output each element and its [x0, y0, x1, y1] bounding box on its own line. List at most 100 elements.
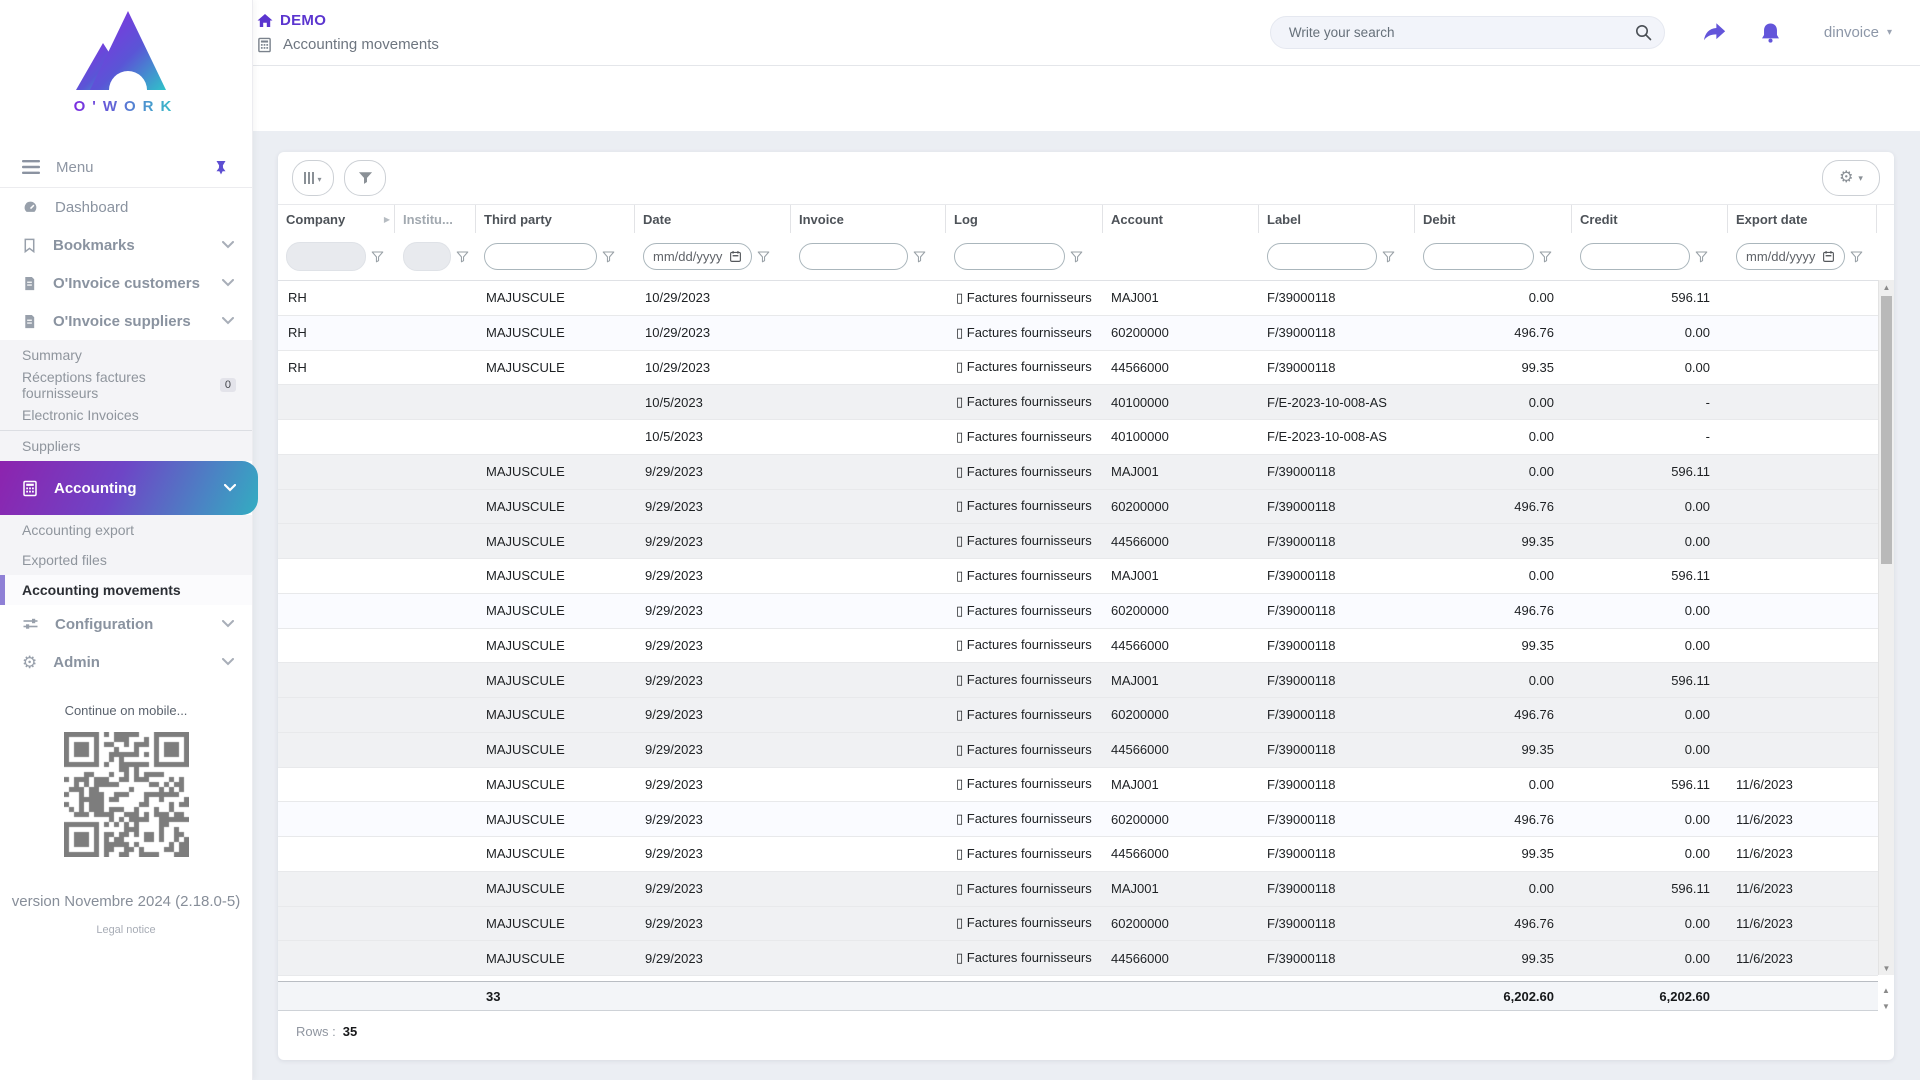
cell-label: F/39000118 [1259, 464, 1415, 479]
filter-funnel-icon[interactable] [1539, 250, 1552, 263]
submenu-item-accounting-movements[interactable]: Accounting movements [0, 575, 252, 605]
submenu-item-suppliers[interactable]: Suppliers [0, 430, 252, 461]
column-header-credit[interactable]: Credit [1572, 205, 1728, 233]
search-box [1270, 16, 1665, 49]
table-row[interactable]: MAJUSCULE9/29/2023▯ Factures fournisseur… [278, 941, 1878, 976]
table-row[interactable]: MAJUSCULE9/29/2023▯ Factures fournisseur… [278, 559, 1878, 594]
table-row[interactable]: RHMAJUSCULE10/29/2023▯ Factures fourniss… [278, 351, 1878, 386]
share-icon[interactable] [1701, 22, 1727, 44]
chevron-down-icon[interactable] [222, 279, 234, 287]
sidebar-item-admin[interactable]: ⚙ Admin [0, 643, 252, 681]
submenu-item-exported-files[interactable]: Exported files [0, 545, 252, 575]
column-header-date[interactable]: Date [635, 205, 791, 233]
sidebar-item-oinvoice-suppliers[interactable]: O'Invoice suppliers [0, 302, 252, 340]
breadcrumb-home-row[interactable]: DEMO [257, 9, 439, 33]
pin-icon[interactable] [214, 160, 228, 175]
column-header-institution[interactable]: Institu... [395, 205, 476, 233]
filter-input-credit[interactable] [1580, 243, 1690, 270]
column-header-account[interactable]: Account [1103, 205, 1259, 233]
filter-input-debit[interactable] [1423, 243, 1534, 270]
filter-date-date[interactable]: mm/dd/yyyy [643, 243, 752, 270]
summary-scroll-down-arrow[interactable]: ▼ [1880, 1000, 1892, 1012]
table-row[interactable]: MAJUSCULE9/29/2023▯ Factures fournisseur… [278, 594, 1878, 629]
submenu-item-receptions[interactable]: Réceptions factures fournisseurs 0 [0, 370, 252, 400]
filter-input-third_party[interactable] [484, 243, 597, 270]
column-header-log[interactable]: Log [946, 205, 1103, 233]
user-menu[interactable]: dinvoice ▾ [1824, 24, 1892, 41]
filter-button[interactable] [344, 160, 386, 196]
filter-funnel-icon[interactable] [602, 250, 615, 263]
filter-funnel-icon[interactable] [456, 250, 469, 263]
table-settings-button[interactable]: ⚙▾ [1822, 160, 1880, 196]
chevron-down-icon[interactable] [222, 620, 234, 628]
gear-icon: ⚙ [22, 654, 37, 671]
table-row[interactable]: RHMAJUSCULE10/29/2023▯ Factures fourniss… [278, 281, 1878, 316]
filter-cell-third_party [476, 243, 635, 270]
column-header-third_party[interactable]: Third party [476, 205, 635, 233]
calendar-icon[interactable] [729, 250, 742, 263]
filter-funnel-icon[interactable] [371, 250, 384, 263]
cell-debit: 0.00 [1415, 673, 1572, 688]
submenu-item-accounting-export[interactable]: Accounting export [0, 515, 252, 545]
table-row[interactable]: MAJUSCULE9/29/2023▯ Factures fournisseur… [278, 837, 1878, 872]
filter-funnel-icon[interactable] [913, 250, 926, 263]
column-header-company[interactable]: Company▶ [278, 205, 395, 233]
table-row[interactable]: MAJUSCULE9/29/2023▯ Factures fournisseur… [278, 663, 1878, 698]
chevron-down-icon[interactable] [222, 241, 234, 249]
table-row[interactable]: MAJUSCULE9/29/2023▯ Factures fournisseur… [278, 490, 1878, 525]
home-icon [257, 13, 273, 28]
filter-funnel-icon[interactable] [1382, 250, 1395, 263]
sidebar-item-accounting[interactable]: Accounting [0, 461, 258, 515]
table-row[interactable]: MAJUSCULE9/29/2023▯ Factures fournisseur… [278, 524, 1878, 559]
summary-scroll-up-arrow[interactable]: ▲ [1880, 984, 1892, 996]
column-header-debit[interactable]: Debit [1415, 205, 1572, 233]
breadcrumb-home[interactable]: DEMO [280, 12, 326, 29]
columns-button[interactable]: ▾ [292, 160, 334, 196]
vertical-scrollbar[interactable]: ▲ ▼ [1878, 280, 1894, 975]
column-header-export_date[interactable]: Export date [1728, 205, 1877, 233]
table-row[interactable]: MAJUSCULE9/29/2023▯ Factures fournisseur… [278, 698, 1878, 733]
filter-input-label[interactable] [1267, 243, 1377, 270]
chevron-down-icon[interactable] [222, 658, 234, 666]
table-row[interactable]: MAJUSCULE9/29/2023▯ Factures fournisseur… [278, 455, 1878, 490]
table-row[interactable]: 10/5/2023▯ Factures fournisseurs40100000… [278, 420, 1878, 455]
filter-funnel-icon[interactable] [757, 250, 770, 263]
calendar-icon[interactable] [1822, 250, 1835, 263]
hamburger-icon[interactable] [22, 160, 40, 174]
table-row[interactable]: MAJUSCULE9/29/2023▯ Factures fournisseur… [278, 733, 1878, 768]
table-row[interactable]: 10/5/2023▯ Factures fournisseurs40100000… [278, 385, 1878, 420]
table-row[interactable]: MAJUSCULE9/29/2023▯ Factures fournisseur… [278, 768, 1878, 803]
filter-date-export_date[interactable]: mm/dd/yyyy [1736, 243, 1845, 270]
table-row[interactable]: MAJUSCULE9/29/2023▯ Factures fournisseur… [278, 802, 1878, 837]
cell-account: MAJ001 [1103, 464, 1259, 479]
search-icon[interactable] [1635, 24, 1652, 46]
column-header-invoice[interactable]: Invoice [791, 205, 946, 233]
table-row[interactable]: MAJUSCULE9/29/2023▯ Factures fournisseur… [278, 629, 1878, 664]
submenu-item-summary[interactable]: Summary [0, 340, 252, 370]
sort-caret-icon[interactable]: ▶ [384, 215, 390, 224]
legal-notice-link[interactable]: Legal notice [96, 924, 155, 936]
filter-funnel-icon[interactable] [1070, 250, 1083, 263]
bell-icon[interactable] [1759, 21, 1782, 45]
submenu-label: Electronic Invoices [22, 407, 139, 423]
filter-funnel-icon[interactable] [1695, 250, 1708, 263]
sidebar-item-oinvoice-customers[interactable]: O'Invoice customers [0, 264, 252, 302]
sidebar-item-configuration[interactable]: Configuration [0, 605, 252, 643]
scrollbar-thumb[interactable] [1881, 296, 1892, 564]
table-row[interactable]: MAJUSCULE9/29/2023▯ Factures fournisseur… [278, 907, 1878, 942]
filter-input-invoice[interactable] [799, 243, 908, 270]
filter-funnel-icon[interactable] [1850, 250, 1863, 263]
column-header-label[interactable]: Label [1259, 205, 1415, 233]
scroll-up-arrow[interactable]: ▲ [1879, 280, 1894, 294]
cell-credit: 596.11 [1572, 464, 1728, 479]
table-row[interactable]: RHMAJUSCULE10/29/2023▯ Factures fourniss… [278, 316, 1878, 351]
sidebar-item-dashboard[interactable]: Dashboard [0, 188, 252, 226]
submenu-item-electronic-invoices[interactable]: Electronic Invoices [0, 400, 252, 430]
scroll-down-arrow[interactable]: ▼ [1879, 961, 1894, 975]
chevron-down-icon[interactable] [224, 484, 236, 492]
search-input[interactable] [1270, 16, 1665, 49]
filter-input-log[interactable] [954, 243, 1065, 270]
table-row[interactable]: MAJUSCULE9/29/2023▯ Factures fournisseur… [278, 872, 1878, 907]
chevron-down-icon[interactable] [222, 317, 234, 325]
sidebar-item-bookmarks[interactable]: Bookmarks [0, 226, 252, 264]
